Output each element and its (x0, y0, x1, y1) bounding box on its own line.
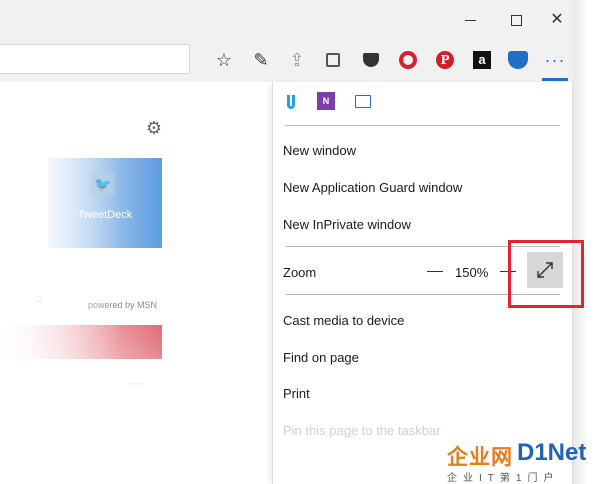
amazon-glyph: a (473, 51, 491, 69)
menu-item-pin-to-taskbar[interactable]: Pin this page to the taskbar (283, 423, 441, 438)
close-button[interactable]: ✕ (549, 12, 565, 28)
tile-label: TweetDeck (77, 209, 133, 221)
minimize-button[interactable] (463, 12, 479, 28)
menu-item-new-window[interactable]: New window (283, 143, 356, 158)
menu-item-find-on-page[interactable]: Find on page (283, 350, 359, 365)
zoom-out-button[interactable] (427, 271, 443, 272)
more-icon[interactable]: ··· (544, 49, 566, 71)
save-to-cloud-icon[interactable] (281, 92, 301, 112)
address-bar[interactable] (0, 44, 190, 74)
page-fade-overlay (0, 82, 272, 484)
menu-item-new-inprivate-window[interactable]: New InPrivate window (283, 217, 411, 232)
menu-item-print[interactable]: Print (283, 386, 310, 401)
zoom-value: 150% (455, 265, 489, 280)
watermark-cn: 企业网 (447, 445, 513, 469)
zoom-label: Zoom (283, 265, 317, 280)
powered-by-text: powered by MSN (88, 300, 158, 310)
onenote-glyph: N (317, 92, 335, 110)
browser-toolbar: ☆ ✎ ⇪ P a ··· (0, 40, 573, 82)
maximize-button[interactable] (509, 12, 525, 28)
share-icon[interactable]: ⇪ (286, 49, 308, 71)
extension-icon[interactable] (507, 49, 529, 71)
watermark-en: D1Net (517, 439, 587, 466)
opera-icon[interactable] (397, 49, 419, 71)
gear-icon[interactable]: ⚙ (144, 118, 164, 138)
pinterest-glyph: P (436, 51, 454, 69)
amazon-icon[interactable]: a (471, 49, 493, 71)
twitter-icon: 🐦 (91, 172, 115, 196)
news-banner[interactable] (0, 325, 162, 359)
page-content: ⚙ 🐦 TweetDeck powered by MSN ··· (0, 82, 272, 484)
menu-item-new-application-guard-window[interactable]: New Application Guard window (283, 180, 462, 195)
highlight-box (508, 240, 584, 308)
web-note-icon[interactable] (355, 92, 375, 112)
more-active-indicator (542, 78, 568, 81)
watermark-tagline: 企业IT第1门户 (447, 473, 560, 484)
favorites-icon[interactable]: ☆ (213, 49, 235, 71)
menu-item-cast-media[interactable]: Cast media to device (283, 313, 404, 328)
menu-divider (285, 125, 560, 126)
onenote-icon[interactable]: N (317, 92, 337, 112)
pinterest-icon[interactable]: P (434, 49, 456, 71)
watermark-logo: 企业网 D1Net 企业IT第1门户 (447, 439, 600, 484)
tweetdeck-tile[interactable]: 🐦 TweetDeck (48, 158, 162, 248)
info-icon (36, 296, 42, 302)
pocket-icon[interactable] (360, 49, 382, 71)
page-more-icon[interactable]: ··· (128, 376, 146, 390)
lock-icon[interactable] (322, 49, 344, 71)
title-bar: ✕ (0, 0, 573, 40)
pen-icon[interactable]: ✎ (250, 49, 272, 71)
